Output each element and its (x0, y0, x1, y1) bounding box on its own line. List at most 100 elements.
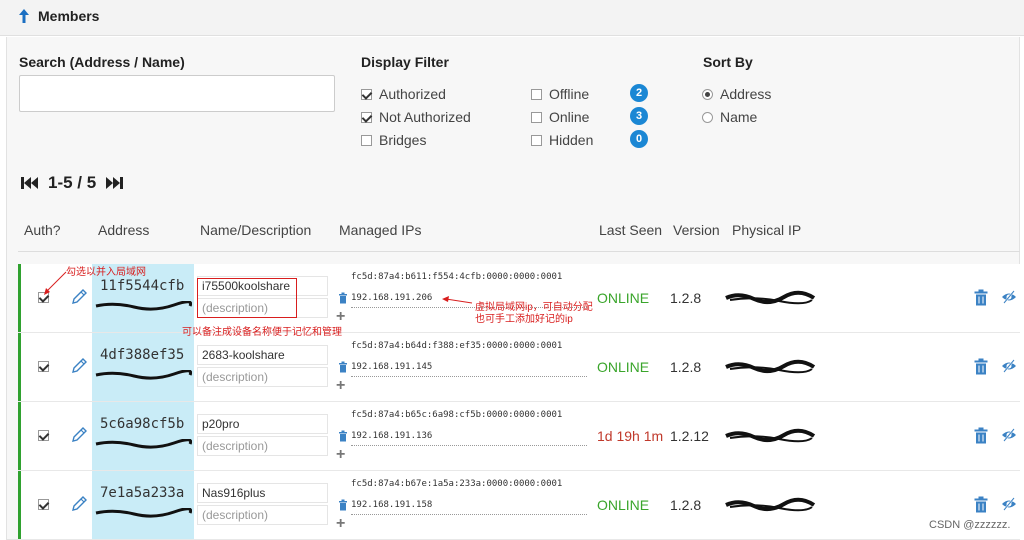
checkbox[interactable] (361, 134, 372, 146)
eye-slash-icon[interactable] (1001, 358, 1017, 374)
member-description-input[interactable]: (description) (197, 505, 328, 525)
display-filter-label: Display Filter (361, 54, 449, 70)
last-seen-status: ONLINE (597, 290, 650, 306)
member-row: 7e1a5a233a Nas916plus (description) fc5d… (18, 471, 1020, 540)
auth-checkbox[interactable] (38, 430, 49, 441)
filter-authorized[interactable]: Authorized (361, 85, 446, 103)
pencil-icon[interactable] (70, 357, 88, 375)
address-cell-bg (92, 471, 194, 539)
remove-ip-icon[interactable] (338, 361, 348, 373)
checkbox[interactable] (531, 88, 542, 100)
filter-bridges-label: Bridges (379, 132, 427, 148)
col-auth: Auth? (24, 222, 61, 238)
eye-slash-icon[interactable] (1001, 427, 1017, 443)
filter-hidden[interactable]: Hidden (531, 131, 593, 149)
address-cell-bg (92, 333, 194, 401)
filter-online-label: Online (549, 109, 590, 125)
physical-ip-redaction (725, 359, 816, 374)
member-name-input[interactable]: p20pro (197, 414, 328, 434)
trash-icon[interactable] (974, 427, 988, 444)
add-ip-field[interactable] (351, 445, 587, 446)
last-page-icon[interactable] (104, 175, 124, 191)
member-version: 1.2.12 (670, 428, 709, 444)
filter-authorized-label: Authorized (379, 86, 446, 102)
col-physical-ip: Physical IP (732, 222, 802, 238)
filter-bridges[interactable]: Bridges (361, 131, 426, 149)
remove-ip-icon[interactable] (338, 292, 348, 304)
filter-offline[interactable]: Offline (531, 85, 589, 103)
filter-hidden-label: Hidden (549, 132, 594, 148)
add-ip-button[interactable]: + (336, 377, 345, 395)
member-name-input[interactable]: Nas916plus (197, 483, 328, 503)
radio[interactable] (702, 111, 713, 123)
member-description-input[interactable]: (description) (197, 367, 328, 387)
remove-ip-icon[interactable] (338, 430, 348, 442)
sort-name[interactable]: Name (702, 108, 757, 126)
name-annotation: 可以备注成设备名称便于记忆和管理 (182, 327, 342, 338)
member-name-input[interactable]: 2683-koolshare (197, 345, 328, 365)
redaction-scribble (95, 508, 192, 518)
filter-online[interactable]: Online (531, 108, 589, 126)
address-cell-bg (92, 402, 194, 470)
col-version: Version (673, 222, 720, 238)
last-seen-status: ONLINE (597, 359, 650, 375)
member-address: 5c6a98cf5b (100, 416, 185, 432)
member-address: 7e1a5a233a (100, 485, 185, 501)
sort-by-label: Sort By (703, 54, 753, 70)
auth-checkbox[interactable] (38, 292, 49, 303)
managed-ipv4: 192.168.191.145 (351, 362, 433, 372)
sort-address[interactable]: Address (702, 85, 771, 103)
last-seen-status: ONLINE (597, 497, 650, 513)
checkbox-checked[interactable] (361, 88, 372, 100)
checkbox[interactable] (531, 134, 542, 146)
members-header[interactable]: Members (0, 0, 1024, 36)
add-ip-button[interactable]: + (336, 515, 345, 533)
sort-name-label: Name (720, 109, 758, 125)
remove-ip-icon[interactable] (338, 499, 348, 511)
last-seen-status: 1d 19h 1m (597, 428, 664, 444)
filter-not-authorized-label: Not Authorized (379, 109, 471, 125)
managed-ipv6: fc5d:87a4:b611:f554:4cfb:0000:0000:0001 (351, 272, 563, 282)
auth-checkbox[interactable] (38, 499, 49, 510)
hidden-count-badge: 0 (630, 130, 648, 148)
first-page-icon[interactable] (20, 175, 40, 191)
section-title: Members (38, 8, 100, 24)
col-last-seen: Last Seen (599, 222, 663, 238)
ip-annotation-2: 也可手工添加好记的ip (475, 314, 573, 325)
member-row: 4df388ef35 2683-koolshare (description) … (18, 333, 1020, 402)
col-name: Name/Description (200, 222, 312, 238)
pencil-icon[interactable] (70, 288, 88, 306)
add-ip-field[interactable] (351, 514, 587, 515)
pagination: 1-5 / 5 (20, 172, 124, 194)
pencil-icon[interactable] (70, 495, 88, 513)
auth-checkbox[interactable] (38, 361, 49, 372)
header-divider (18, 251, 1020, 252)
checkbox[interactable] (531, 111, 542, 123)
physical-ip-redaction (725, 428, 816, 443)
search-input[interactable] (19, 75, 335, 112)
auth-annotation: 勾选以并入局域网 (66, 267, 146, 278)
add-ip-button[interactable]: + (336, 446, 345, 464)
trash-icon[interactable] (974, 496, 988, 513)
member-description-input[interactable]: (description) (197, 436, 328, 456)
arrow-up-icon (19, 9, 29, 23)
trash-icon[interactable] (974, 289, 988, 306)
eye-slash-icon[interactable] (1001, 289, 1017, 305)
row-status-bar (18, 264, 21, 332)
managed-ipv6: fc5d:87a4:b64d:f388:ef35:0000:0000:0001 (351, 341, 563, 351)
checkbox-checked[interactable] (361, 111, 372, 123)
filter-not-authorized[interactable]: Not Authorized (361, 108, 471, 126)
name-highlight-box (197, 278, 297, 318)
eye-slash-icon[interactable] (1001, 496, 1017, 512)
managed-ipv6: fc5d:87a4:b67e:1a5a:233a:0000:0000:0001 (351, 479, 563, 489)
filter-offline-label: Offline (549, 86, 590, 102)
redaction-scribble (95, 370, 192, 380)
watermark: CSDN @zzzzzz. (929, 519, 1011, 531)
physical-ip-redaction (725, 497, 816, 512)
radio-selected[interactable] (702, 88, 713, 100)
trash-icon[interactable] (974, 358, 988, 375)
managed-ipv4: 192.168.191.206 (351, 293, 433, 303)
pencil-icon[interactable] (70, 426, 88, 444)
physical-ip-redaction (725, 290, 816, 305)
add-ip-field[interactable] (351, 376, 587, 377)
